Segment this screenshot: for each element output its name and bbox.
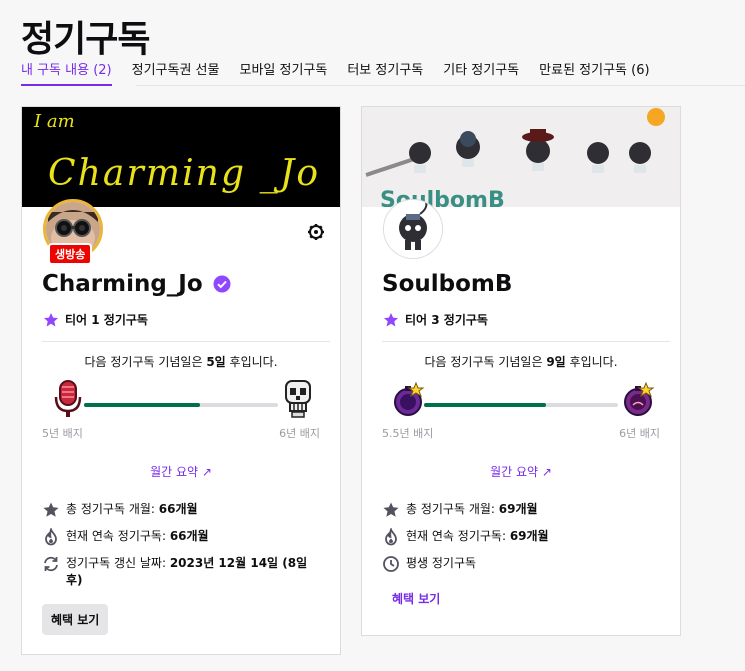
view-benefits-button[interactable]: 혜택 보기 [42, 604, 109, 635]
skull-badge-icon [285, 380, 311, 418]
tab-other-subscriptions[interactable]: 기타 정기구독 [443, 62, 519, 86]
flame-icon [385, 528, 397, 546]
stat-value: 69개월 [509, 529, 549, 543]
tab-my-subscriptions[interactable]: 내 구독 내용 (2) [21, 62, 112, 86]
stat-renewal-date: 정기구독 갱신 날짜: 2023년 12월 14일 (8일 후) [42, 555, 326, 589]
streamer-name[interactable]: SoulbomB [382, 271, 512, 297]
tier-text: 티어 3 정기구독 [405, 313, 488, 327]
live-badge: 생방송 [48, 243, 93, 265]
stat-label: 평생 정기구독 [406, 556, 477, 570]
subscription-stats: 총 정기구독 개월: 69개월 현재 연속 정기구독: 69개월 평생 정기구독 [382, 501, 666, 582]
renew-icon [44, 556, 58, 572]
badge-progress [382, 379, 660, 421]
current-badge-label: 5.5년 배지 [382, 427, 434, 440]
view-benefits-link[interactable]: 혜택 보기 [392, 590, 440, 607]
streamer-name-text[interactable]: Charming_Jo [42, 271, 203, 297]
star-icon [43, 502, 59, 517]
verified-icon [213, 275, 231, 293]
star-icon [384, 312, 398, 326]
anniversary-prefix: 다음 정기구독 기념일은 [424, 355, 547, 369]
tier-text: 티어 1 정기구독 [65, 313, 148, 327]
tier-label: 티어 3 정기구독 [383, 311, 488, 328]
progress-fill [424, 403, 547, 407]
stat-value: 66개월 [158, 502, 198, 516]
stat-label: 정기구독 갱신 날짜: [66, 556, 170, 570]
bomb-badge-icon [624, 381, 655, 416]
channel-banner: I am Charming _Jo [22, 107, 340, 207]
next-badge-label: 6년 배지 [619, 427, 660, 440]
stat-label: 총 정기구독 개월: [66, 502, 159, 516]
subscription-stats: 총 정기구독 개월: 66개월 현재 연속 정기구독: 66개월 정기구독 갱신… [42, 501, 326, 598]
divider [42, 341, 330, 342]
subscription-card: I am Charming _Jo 생방송 Charming_Jo 티어 1 정… [21, 106, 341, 655]
star-icon [383, 502, 399, 517]
streamer-name-text[interactable]: SoulbomB [382, 271, 512, 297]
progress-track [424, 403, 618, 407]
channel-banner: SoulbomB [362, 107, 680, 207]
anniversary-text: 다음 정기구독 기념일은 9일 후입니다. [362, 353, 680, 370]
next-badge-label: 6년 배지 [279, 427, 320, 440]
stat-value: 69개월 [498, 502, 538, 516]
stat-current-streak: 현재 연속 정기구독: 66개월 [42, 528, 326, 546]
tab-turbo-subscriptions[interactable]: 터보 정기구독 [347, 62, 423, 86]
badge-progress [42, 379, 320, 421]
anniversary-prefix: 다음 정기구독 기념일은 [84, 355, 207, 369]
stat-value: 66개월 [169, 529, 209, 543]
tier-label: 티어 1 정기구독 [43, 311, 148, 328]
stat-label: 현재 연속 정기구독: [66, 529, 170, 543]
anniversary-text: 다음 정기구독 기념일은 5일 후입니다. [22, 353, 340, 370]
stat-total-months: 총 정기구독 개월: 66개월 [42, 501, 326, 519]
tab-mobile-subscriptions[interactable]: 모바일 정기구독 [239, 62, 327, 86]
current-badge-label: 5년 배지 [42, 427, 83, 440]
star-icon [44, 312, 58, 326]
banner-text-line2: Charming _Jo [48, 153, 318, 194]
microphone-badge-icon [54, 380, 82, 417]
tabs-divider [136, 85, 745, 86]
streamer-name[interactable]: Charming_Jo [42, 271, 231, 297]
subscription-card: SoulbomB SoulbomB 티어 3 정기구독 다음 정기구독 기념일은… [361, 106, 681, 636]
banner-text-line1: I am [33, 111, 75, 132]
anniversary-days: 5일 [206, 355, 226, 369]
clock-icon [383, 556, 399, 572]
stat-lifetime: 평생 정기구독 [382, 555, 666, 573]
divider [382, 341, 670, 342]
avatar[interactable] [383, 199, 443, 259]
flame-icon [45, 528, 57, 546]
tab-expired-subscriptions[interactable]: 만료된 정기구독 (6) [539, 62, 649, 86]
gear-icon[interactable] [306, 222, 326, 242]
page-title: 정기구독 [21, 19, 150, 60]
stat-label: 현재 연속 정기구독: [406, 529, 510, 543]
monthly-recap-link[interactable]: 월간 요약 ↗ [22, 463, 340, 480]
anniversary-days: 9일 [546, 355, 566, 369]
stat-label: 총 정기구독 개월: [406, 502, 499, 516]
tab-gift-subscriptions[interactable]: 정기구독권 선물 [132, 62, 220, 86]
progress-fill [84, 403, 201, 407]
anniversary-suffix: 후입니다. [565, 355, 618, 369]
monthly-recap-link[interactable]: 월간 요약 ↗ [362, 463, 680, 480]
anniversary-suffix: 후입니다. [225, 355, 278, 369]
stat-total-months: 총 정기구독 개월: 69개월 [382, 501, 666, 519]
stat-current-streak: 현재 연속 정기구독: 69개월 [382, 528, 666, 546]
bomb-badge-icon [394, 381, 425, 416]
progress-track [84, 403, 278, 407]
